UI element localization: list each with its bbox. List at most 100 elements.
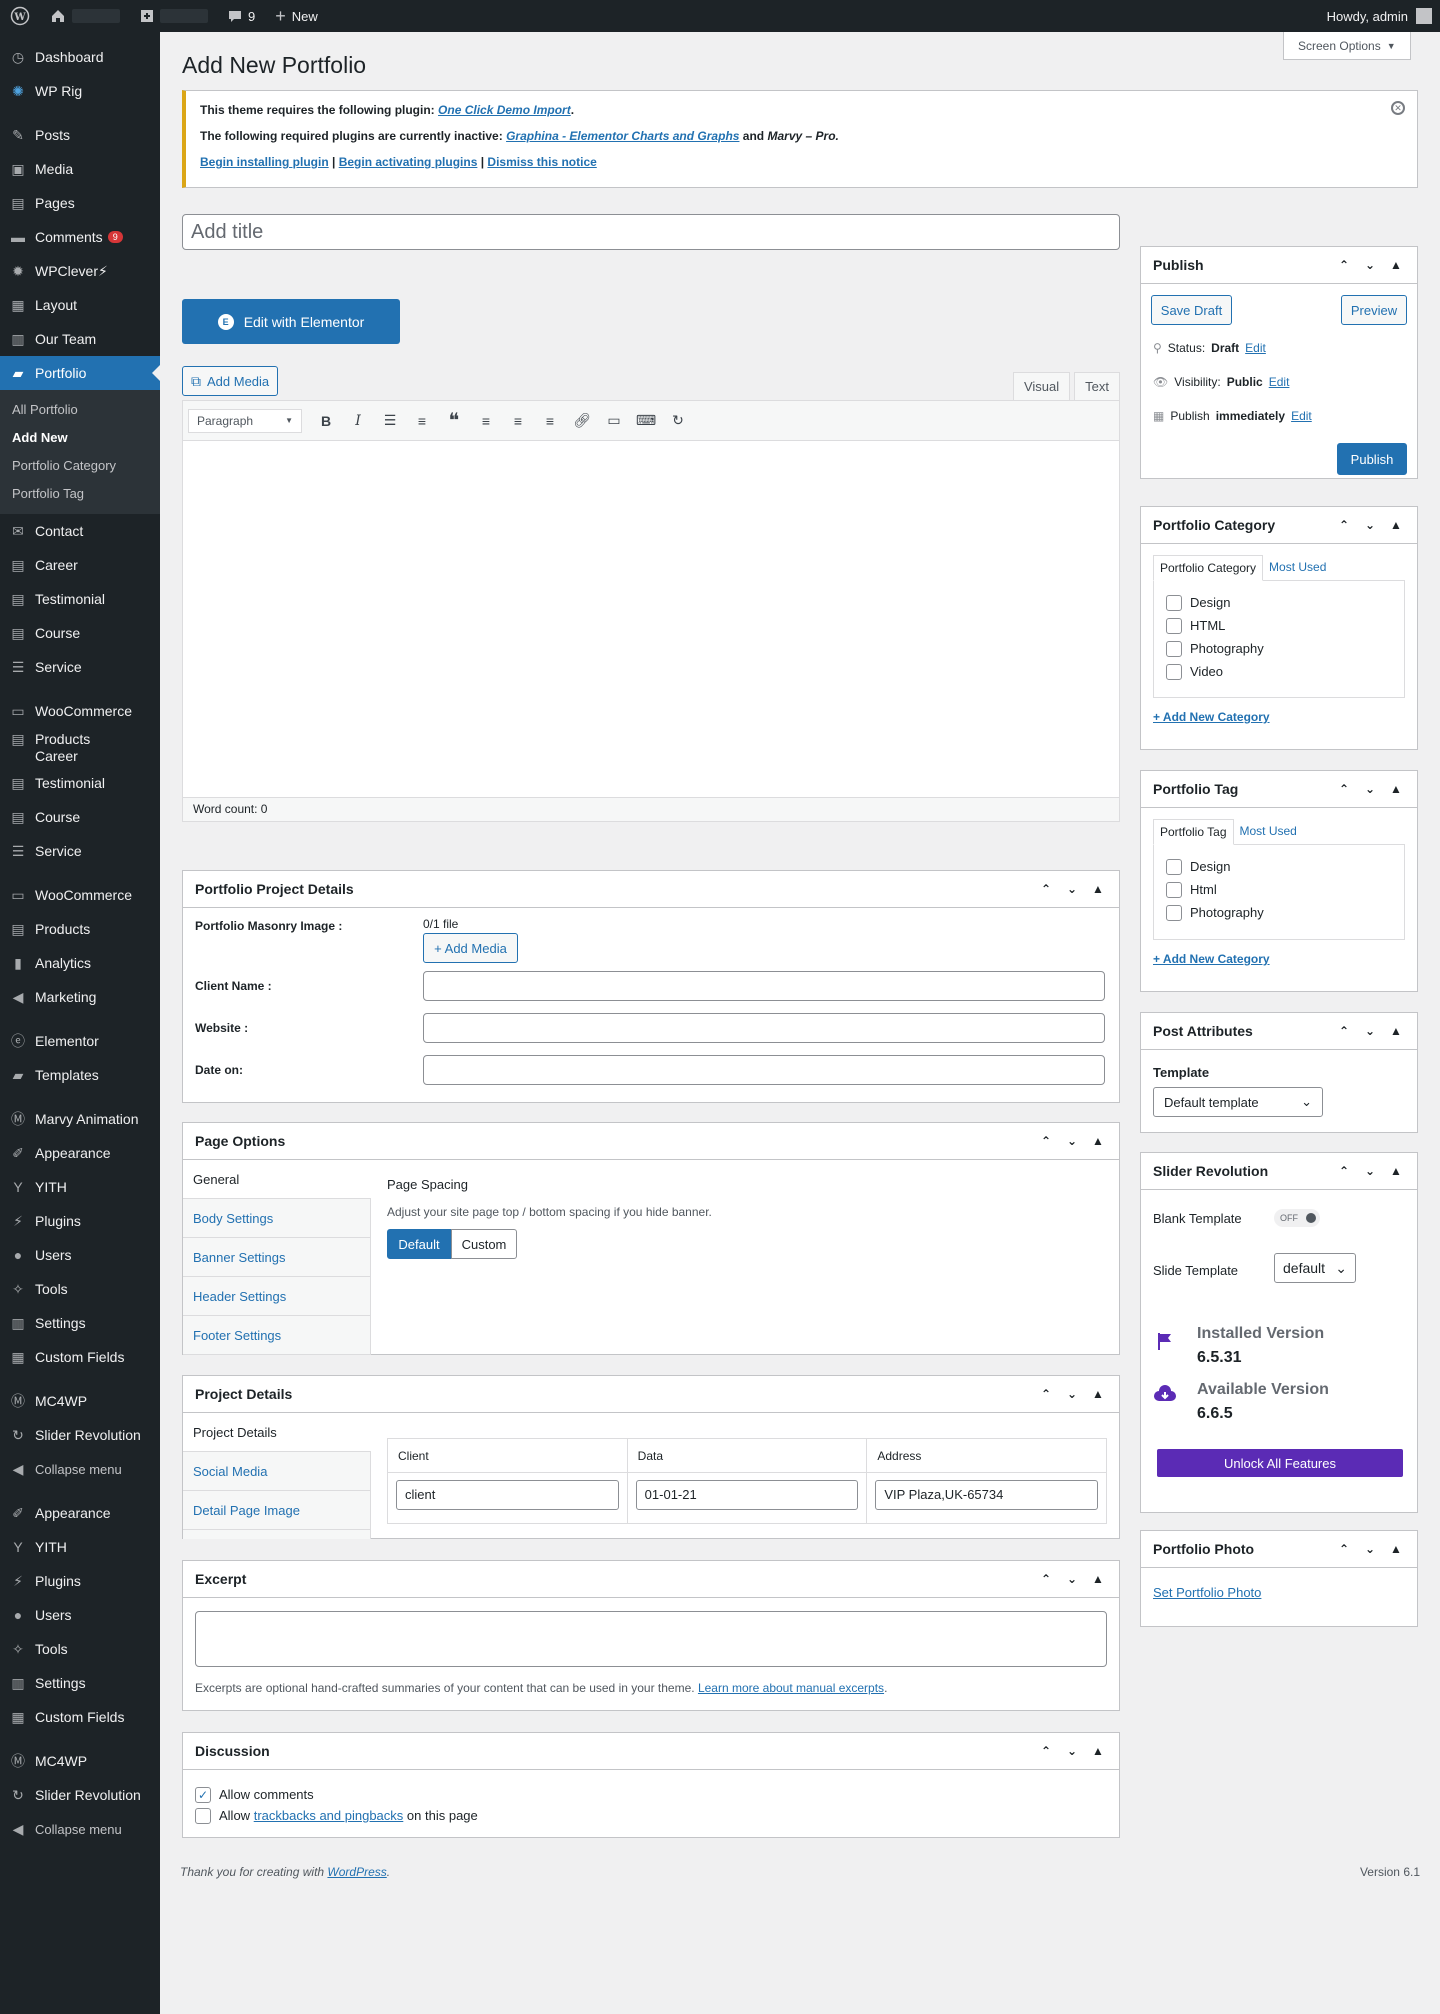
home-icon[interactable] <box>40 0 130 32</box>
menu-dashboard[interactable]: ◷ Dashboard <box>0 40 160 74</box>
menu-analytics[interactable]: ▮ Analytics <box>0 946 160 980</box>
menu-yith[interactable]: Y YITH <box>0 1170 160 1204</box>
menu-comments[interactable]: ▬ Comments 9 <box>0 220 160 254</box>
unlock-all-features-button[interactable]: Unlock All Features <box>1157 1449 1403 1477</box>
save-draft-button[interactable]: Save Draft <box>1151 295 1232 325</box>
post-title-input[interactable]: Add title <box>182 214 1120 250</box>
updates-icon[interactable] <box>130 0 218 32</box>
move-up-icon[interactable]: ⌃ <box>1337 1024 1351 1038</box>
my-account[interactable]: Howdy, admin <box>1327 8 1440 24</box>
menu-appearance-2[interactable]: ✐ Appearance <box>0 1496 160 1530</box>
spacing-custom-button[interactable]: Custom <box>451 1229 517 1259</box>
collapse-menu[interactable]: ◀ Collapse menu <box>0 1452 160 1486</box>
edit-publish-date-link[interactable]: Edit <box>1291 409 1312 423</box>
tab-header-settings[interactable]: Header Settings <box>183 1277 370 1316</box>
fullscreen-refresh-icon[interactable]: ↻ <box>664 407 692 435</box>
menu-layout[interactable]: ▦ Layout <box>0 288 160 322</box>
tab-most-used[interactable]: Most Used <box>1263 554 1332 580</box>
menu-slider-revolution[interactable]: ↻ Slider Revolution <box>0 1418 160 1452</box>
menu-plugins-2[interactable]: ⚡ Plugins <box>0 1564 160 1598</box>
tab-text[interactable]: Text <box>1074 372 1120 400</box>
date-input[interactable] <box>423 1055 1105 1085</box>
tab-project-details[interactable]: Project Details <box>183 1413 371 1452</box>
menu-testimonial[interactable]: ▤ Testimonial <box>0 582 160 616</box>
move-up-icon[interactable]: ⌃ <box>1337 1164 1351 1178</box>
add-new-tag-link[interactable]: + Add New Category <box>1141 940 1417 978</box>
tab-all-tags[interactable]: Portfolio Tag <box>1153 819 1234 845</box>
menu-users[interactable]: ● Users <box>0 1238 160 1272</box>
menu-settings[interactable]: ▥ Settings <box>0 1306 160 1340</box>
move-down-icon[interactable]: ⌄ <box>1363 1542 1377 1556</box>
menu-mc4wp[interactable]: Ⓜ MC4WP <box>0 1384 160 1418</box>
editor-content-area[interactable] <box>183 441 1119 797</box>
blockquote-icon[interactable]: ❝ <box>440 407 468 435</box>
toggle-icon[interactable]: ▲ <box>1091 1387 1105 1401</box>
menu-templates[interactable]: ▰ Templates <box>0 1058 160 1092</box>
menu-posts[interactable]: ✎ Posts <box>0 118 160 152</box>
format-select[interactable]: Paragraph ▼ <box>188 408 302 433</box>
move-down-icon[interactable]: ⌄ <box>1065 882 1079 896</box>
menu-media[interactable]: ▣ Media <box>0 152 160 186</box>
move-up-icon[interactable]: ⌃ <box>1039 1572 1053 1586</box>
align-left-icon[interactable]: ≡ <box>472 407 500 435</box>
tag-html-checkbox[interactable] <box>1166 881 1182 898</box>
menu-testimonial-2[interactable]: ▤ Testimonial <box>0 766 160 800</box>
menu-tools[interactable]: ✧ Tools <box>0 1272 160 1306</box>
comments-link[interactable]: 9 <box>218 0 265 32</box>
toggle-icon[interactable]: ▲ <box>1389 1164 1403 1178</box>
toggle-icon[interactable]: ▲ <box>1389 518 1403 532</box>
move-up-icon[interactable]: ⌃ <box>1337 258 1351 272</box>
menu-wp-rig[interactable]: ✺ WP Rig <box>0 74 160 108</box>
data-value-input[interactable]: 01-01-21 <box>635 1480 859 1510</box>
tag-photography-checkbox[interactable] <box>1166 904 1182 921</box>
move-down-icon[interactable]: ⌄ <box>1363 1024 1377 1038</box>
allow-comments-checkbox[interactable]: ✓ <box>195 1786 211 1803</box>
template-select[interactable]: Default template ⌄ <box>1153 1087 1323 1117</box>
tab-detail-page-image[interactable]: Detail Page Image <box>183 1491 370 1530</box>
menu-course[interactable]: ▤ Course <box>0 616 160 650</box>
move-up-icon[interactable]: ⌃ <box>1039 1387 1053 1401</box>
italic-icon[interactable]: I <box>344 407 372 435</box>
submenu-add-new[interactable]: Add New <box>0 424 160 452</box>
tab-body-settings[interactable]: Body Settings <box>183 1199 370 1238</box>
wordpress-link[interactable]: WordPress <box>327 1865 386 1879</box>
move-up-icon[interactable]: ⌃ <box>1039 1744 1053 1758</box>
toggle-icon[interactable]: ▲ <box>1389 782 1403 796</box>
add-masonry-media-button[interactable]: + Add Media <box>423 933 518 963</box>
updates-redacted[interactable] <box>160 9 208 23</box>
move-up-icon[interactable]: ⌃ <box>1337 1542 1351 1556</box>
trackbacks-link[interactable]: trackbacks and pingbacks <box>254 1808 404 1823</box>
client-name-input[interactable] <box>423 971 1105 1001</box>
menu-contact[interactable]: ✉ Contact <box>0 514 160 548</box>
learn-excerpts-link[interactable]: Learn more about manual excerpts <box>698 1681 884 1695</box>
align-center-icon[interactable]: ≡ <box>504 407 532 435</box>
menu-career[interactable]: ▤ Career <box>0 548 160 582</box>
menu-products-2[interactable]: ▤ Products <box>0 912 160 946</box>
menu-pages[interactable]: ▤ Pages <box>0 186 160 220</box>
keyboard-icon[interactable]: ⌨ <box>632 407 660 435</box>
tab-most-used[interactable]: Most Used <box>1234 818 1303 844</box>
menu-custom-fields-2[interactable]: ▦ Custom Fields <box>0 1700 160 1734</box>
menu-service[interactable]: ☰ Service <box>0 650 160 684</box>
bullet-list-icon[interactable]: ☰ <box>376 407 404 435</box>
tab-social-media[interactable]: Social Media <box>183 1452 370 1491</box>
dismiss-x-icon[interactable]: ✕ <box>1391 101 1405 115</box>
menu-settings-2[interactable]: ▥ Settings <box>0 1666 160 1700</box>
move-down-icon[interactable]: ⌄ <box>1363 518 1377 532</box>
slide-template-select[interactable]: default ⌄ <box>1274 1253 1356 1283</box>
toggle-icon[interactable]: ▲ <box>1091 1134 1105 1148</box>
move-down-icon[interactable]: ⌄ <box>1065 1572 1079 1586</box>
menu-marketing[interactable]: ◀ Marketing <box>0 980 160 1014</box>
menu-woocommerce-2[interactable]: ▭ WooCommerce <box>0 878 160 912</box>
submenu-portfolio-tag[interactable]: Portfolio Tag <box>0 480 160 508</box>
menu-tools-2[interactable]: ✧ Tools <box>0 1632 160 1666</box>
tab-all-categories[interactable]: Portfolio Category <box>1153 555 1264 581</box>
toggle-icon[interactable]: ▲ <box>1091 1572 1105 1586</box>
move-down-icon[interactable]: ⌄ <box>1065 1387 1079 1401</box>
move-down-icon[interactable]: ⌄ <box>1065 1134 1079 1148</box>
begin-installing-link[interactable]: Begin installing plugin <box>200 155 329 169</box>
edit-status-link[interactable]: Edit <box>1245 341 1266 355</box>
read-more-icon[interactable]: ▭ <box>600 407 628 435</box>
set-portfolio-photo-link[interactable]: Set Portfolio Photo <box>1153 1585 1261 1600</box>
toggle-icon[interactable]: ▲ <box>1389 1542 1403 1556</box>
